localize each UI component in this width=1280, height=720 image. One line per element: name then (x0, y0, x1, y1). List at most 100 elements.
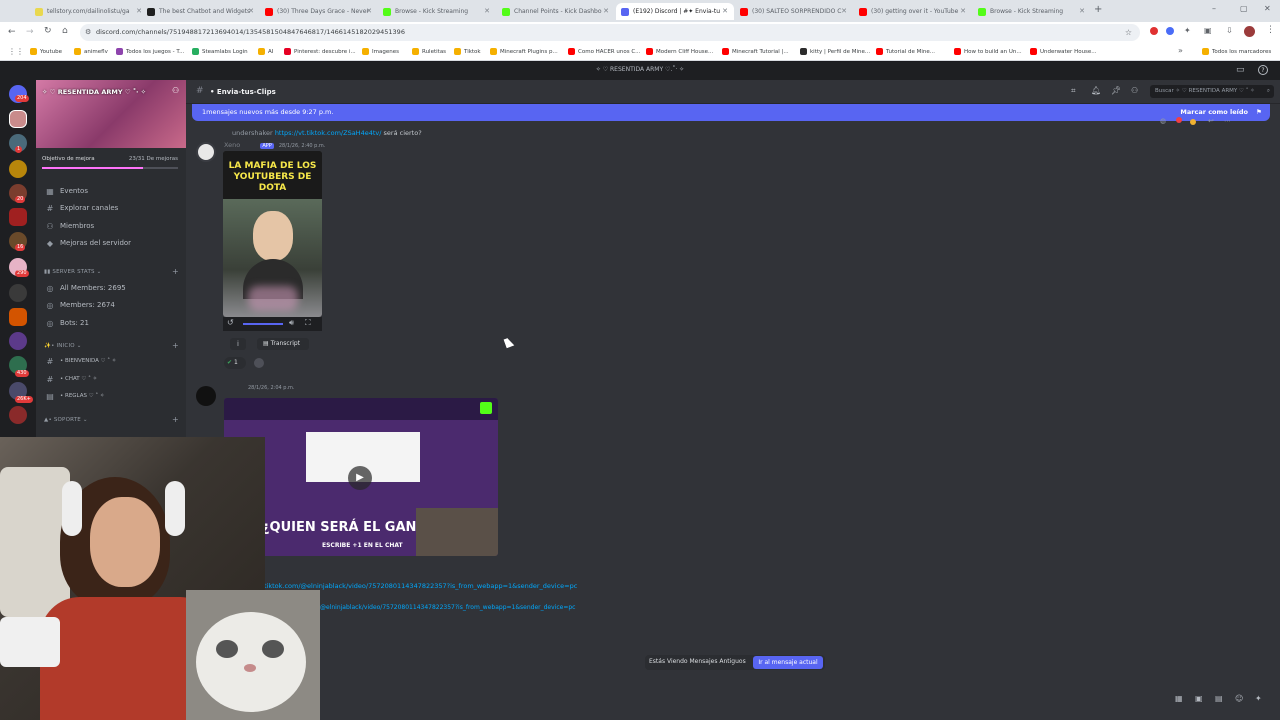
menu-icon[interactable]: ⋮ (1266, 25, 1275, 35)
extension-icon[interactable] (1166, 27, 1174, 35)
reply-icon[interactable]: ↩ (1208, 117, 1214, 125)
bookmark-item[interactable]: Youtube (30, 48, 62, 55)
bookmark-item[interactable]: How to build an Un... (954, 48, 1022, 55)
reaction-icon[interactable] (1176, 117, 1182, 123)
fullscreen-icon[interactable]: ⛶ (305, 318, 311, 328)
server-icon[interactable] (9, 406, 27, 424)
invite-people-icon[interactable]: ⚇ (172, 86, 179, 95)
profile-avatar[interactable] (1244, 26, 1255, 37)
extension-icon[interactable] (1150, 27, 1158, 35)
bell-icon[interactable]: 🔔︎ (1091, 86, 1101, 95)
browser-tab[interactable]: (30) SALTEO SORPRENDIDO C ✕ (735, 3, 853, 20)
message-link[interactable]: @elninjablack/video/7572080114347822357?… (320, 604, 575, 611)
minimize-icon[interactable]: – (1212, 4, 1216, 13)
tiktok-link[interactable]: @elninjablack/video/7572080114347822357?… (320, 604, 575, 611)
browser-tab[interactable]: The best Chatbot and Widgets ✕ (142, 3, 260, 20)
bookmark-item[interactable]: Tiktok (454, 48, 481, 55)
home-icon[interactable]: ⌂ (62, 26, 68, 36)
gif-icon[interactable]: ▣ (1195, 694, 1203, 703)
menu-events[interactable]: ▦ Eventos (44, 183, 182, 199)
add-channel-icon[interactable]: + (172, 415, 179, 424)
bookmark-item[interactable]: Modern Cliff House... (646, 48, 713, 55)
reload-icon[interactable]: ↻ (44, 26, 52, 36)
info-button[interactable]: i (230, 338, 246, 350)
browser-tab[interactable]: (30) getting over it - YouTube ✕ (854, 3, 972, 20)
message-link[interactable]: tiktok.com/@elninjablack/video/757208011… (264, 582, 577, 590)
reaction-pill[interactable]: ✔ 1 (224, 357, 246, 369)
help-icon[interactable]: ? (1258, 65, 1268, 75)
menu-browse-channels[interactable]: # Explorar canales (44, 200, 182, 216)
browser-tab[interactable]: tellstory.com/dailinolistu/ga ✕ (30, 3, 148, 20)
video-thumbnail[interactable]: LA MAFIA DE LOS YOUTUBERS DE DOTA (223, 151, 322, 317)
channel-all-members[interactable]: ◎ All Members: 2695 (44, 280, 182, 296)
address-bar[interactable]: discord.com/channels/751948817213694014/… (80, 24, 1140, 41)
server-icon[interactable] (9, 160, 27, 178)
tiktok-link[interactable]: tiktok.com/@elninjablack/video/757208011… (264, 582, 577, 590)
avatar[interactable] (196, 142, 216, 162)
close-icon[interactable]: ✕ (603, 7, 609, 15)
tab-search-icon[interactable]: ▣ (1204, 26, 1212, 35)
pin-icon[interactable]: 📌︎ (1111, 86, 1121, 95)
channel-bienvenida[interactable]: # • BIENVENIDA ♡ ˚ ✧ (44, 353, 182, 369)
bookmark-star-icon[interactable]: ☆ (1125, 24, 1132, 41)
close-icon[interactable]: ✕ (248, 7, 254, 15)
transcript-button[interactable]: ▤ Transcript (257, 338, 309, 350)
server-icon[interactable] (9, 308, 27, 326)
play-icon[interactable]: ▶ (348, 466, 372, 490)
close-icon[interactable]: ✕ (1079, 7, 1085, 15)
channel-chat[interactable]: # • CHAT ♡ ˚ ✧ (44, 371, 182, 387)
close-icon[interactable]: ✕ (841, 7, 847, 15)
jump-to-present-button[interactable]: Ir al mensaje actual (753, 656, 823, 669)
category-inicio[interactable]: ✨• INICIO ⌄ (44, 343, 82, 349)
threads-icon[interactable]: ⌗ (1071, 86, 1076, 96)
reply-preview[interactable]: undershaker https://vt.tiktok.com/ZSaH4e… (232, 129, 422, 137)
close-icon[interactable]: ✕ (366, 7, 372, 15)
close-window-icon[interactable]: ✕ (1264, 4, 1271, 13)
bookmark-item[interactable]: Minecraft Plugins p... (490, 48, 558, 55)
gift-icon[interactable]: ▦ (1175, 694, 1183, 703)
bookmark-item[interactable]: Todos los juegos - T... (116, 48, 184, 55)
menu-server-boosts[interactable]: ◆ Mejoras del servidor (44, 235, 182, 251)
avatar[interactable] (196, 386, 216, 406)
forward-icon[interactable]: → (26, 27, 34, 37)
embedded-video[interactable]: ▶ ¿QUIEN SERÁ EL GAN ESCRIBE +1 EN EL CH… (224, 398, 498, 556)
category-server-stats[interactable]: ▮▮ SERVER STATS ⌄ (44, 269, 101, 275)
bookmark-item[interactable]: Underwater House... (1030, 48, 1097, 55)
add-reaction-icon[interactable] (254, 358, 264, 368)
extensions-puzzle-icon[interactable]: ✦ (1184, 26, 1191, 35)
menu-members[interactable]: ⚇ Miembros (44, 218, 182, 234)
close-icon[interactable]: ✕ (722, 7, 728, 15)
bookmark-item[interactable]: animeflv (74, 48, 108, 55)
apps-icon[interactable]: ⋮⋮ (8, 47, 24, 56)
add-channel-icon[interactable]: + (172, 267, 179, 276)
bookmark-item[interactable]: Steamlabs Login (192, 48, 248, 55)
download-icon[interactable]: ⇩ (1226, 26, 1233, 35)
server-icon-resentida-army[interactable] (9, 110, 27, 128)
maximize-icon[interactable]: ▢ (1240, 4, 1248, 13)
progress-bar[interactable] (243, 323, 283, 325)
back-icon[interactable]: ← (8, 27, 16, 37)
apps-icon[interactable]: ✦ (1255, 694, 1262, 703)
server-icon[interactable] (9, 208, 27, 226)
category-soporte[interactable]: ▲• SOPORTE ⌄ (44, 417, 88, 423)
bookmark-item[interactable]: Tutorial de Mine... (876, 48, 935, 55)
close-icon[interactable]: ✕ (960, 7, 966, 15)
new-messages-bar[interactable]: 1mensajes nuevos más desde 9:27 p.m. Mar… (192, 104, 1270, 121)
server-icon[interactable] (9, 332, 27, 350)
close-icon[interactable]: ✕ (484, 7, 490, 15)
browser-tab-active[interactable]: (E192) Discord | #✦ Envia-tu ✕ (616, 3, 734, 20)
message-author[interactable]: Xeno (224, 141, 240, 149)
member-list-icon[interactable]: ⚇ (1131, 86, 1138, 95)
new-tab-icon[interactable]: + (1094, 4, 1102, 15)
volume-icon[interactable]: 🔊︎ (289, 318, 294, 328)
site-info-icon[interactable]: ⚙ (85, 24, 91, 41)
sticker-icon[interactable]: ▤ (1215, 694, 1223, 703)
bookmark-item[interactable]: Ruletitas (412, 48, 446, 55)
bookmark-item[interactable]: Como HACER unos C... (568, 48, 640, 55)
replay-icon[interactable]: ↺ (227, 318, 234, 327)
bookmark-item[interactable]: Pinterest: descubre i... (284, 48, 356, 55)
add-channel-icon[interactable]: + (172, 341, 179, 350)
server-icon[interactable] (9, 284, 27, 302)
server-name[interactable]: ✧ ♡ RESENTIDA ARMY ♡ ˚‧ ✧ (42, 88, 146, 96)
search-input[interactable]: Buscar ✧ ♡ RESENTIDA ARMY ♡ ˚ ✧ ⌕ (1150, 85, 1274, 98)
